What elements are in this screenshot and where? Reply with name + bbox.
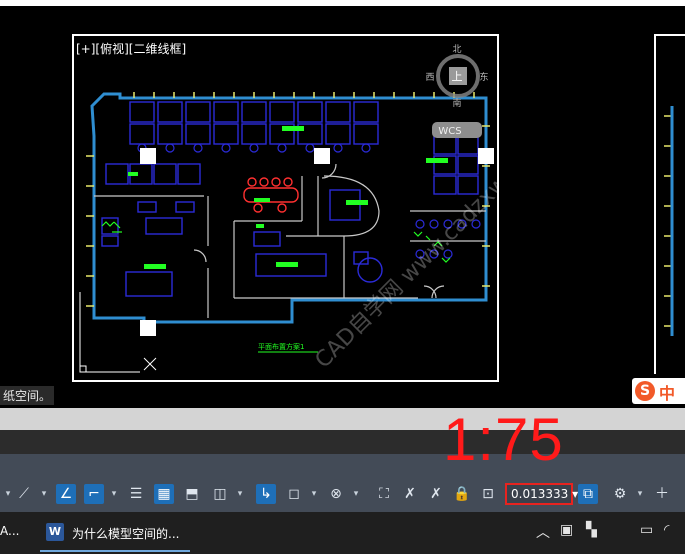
selection-filter-icon[interactable]: ◻	[284, 484, 304, 504]
command-line-text: 纸空间。	[0, 386, 55, 405]
osnap-dropdown-icon[interactable]: ▾	[4, 486, 12, 502]
wifi-icon[interactable]: ◜	[664, 522, 669, 538]
room-labels	[128, 126, 448, 269]
app-tray-icon[interactable]: ▚	[586, 522, 597, 538]
isodraft-icon[interactable]: ∠	[56, 484, 76, 504]
status-toolbar: ▾ ⟋ ▾ ∠ ⌐ ▾ ☰ ▦ ⬒ ◫ ▾ ↳ ◻ ▾ ⊗ ▾ ⛶ ✗ ✗ 🔒 …	[0, 480, 685, 510]
auto-scale-icon[interactable]: ✗	[400, 484, 420, 504]
drawing-caption: 平面布置方案1	[258, 342, 304, 351]
dynamic-ucs-icon[interactable]: ↳	[256, 484, 276, 504]
watermark: CAD自学网 www.cadzxw.com	[311, 134, 498, 373]
scale-annotation: 1:75	[443, 406, 564, 473]
lineweight-icon[interactable]: ☰	[126, 484, 146, 504]
selection-cycling-icon[interactable]: ⬒	[182, 484, 202, 504]
plants	[101, 221, 451, 263]
compass-east: 东	[479, 71, 488, 83]
meeting-table	[243, 177, 299, 213]
compass-north: 北	[452, 44, 461, 55]
security-tray-icon[interactable]: ▣	[560, 522, 573, 538]
wcs-menu: WCS	[438, 126, 461, 137]
ribbon-edge	[0, 0, 685, 6]
lock-icon[interactable]: 🔒	[452, 484, 472, 504]
gizmo-icon[interactable]: ⊗	[326, 484, 346, 504]
viewport-controls-label[interactable]: [+][俯视][二维线框]	[76, 40, 186, 57]
3d-osnap-dropdown-icon[interactable]: ▾	[236, 486, 244, 502]
layout-tabs-bar	[0, 408, 685, 430]
polar-dropdown-icon[interactable]: ▾	[40, 486, 48, 502]
floor-plan-drawing: 平面布置方案1 上 北 南 东 西 WCS CAD自学网 www.cadzxw.…	[79, 44, 498, 373]
battery-icon[interactable]: ▭	[640, 522, 653, 538]
gizmo-dropdown-icon[interactable]: ▾	[352, 486, 360, 502]
annotation-visibility-icon[interactable]: ⛶	[374, 484, 394, 504]
hardware-accel-icon[interactable]: ⊡	[478, 484, 498, 504]
workspace-dropdown-icon[interactable]: ▾	[636, 486, 644, 502]
ime-mode-label: 中	[659, 384, 676, 403]
object-snap-tracking-icon[interactable]: ⌐	[84, 484, 104, 504]
tray-chevron-icon[interactable]: ︿	[536, 522, 550, 542]
viewport-scale-value: 0.013333	[511, 487, 569, 501]
taskbar-word-app[interactable]: W 为什么模型空间的...	[40, 516, 190, 552]
polar-tracking-icon[interactable]: ⟋	[14, 484, 34, 504]
command-area	[0, 430, 685, 454]
view-cube[interactable]: 上 北 南 东 西 WCS	[425, 44, 489, 138]
windows-taskbar: A... W 为什么模型空间的... ︿ ▣ ▚ ▭ ◜	[0, 512, 685, 554]
word-icon: W	[46, 523, 64, 541]
filter-dropdown-icon[interactable]: ▾	[310, 486, 318, 502]
view-cube-face: 上	[452, 70, 463, 83]
second-viewport-drawing	[664, 106, 674, 336]
viewport-scale-field[interactable]: 0.013333 ▾	[505, 483, 578, 505]
word-window-title: 为什么模型空间的...	[72, 527, 180, 541]
taskbar-app-partial[interactable]: A...	[0, 524, 19, 538]
workspace-gear-icon[interactable]: ⚙	[610, 484, 630, 504]
compass-south: 南	[452, 97, 461, 109]
snap-tracking-dropdown-icon[interactable]: ▾	[110, 486, 118, 502]
annotation-monitor-icon[interactable]: ＋	[652, 484, 672, 504]
annotation-scale-icon[interactable]: ✗	[426, 484, 446, 504]
ime-indicator[interactable]: S 中	[632, 378, 685, 404]
drawing-area[interactable]: 平面布置方案1 上 北 南 东 西 WCS CAD自学网 www.cadzxw.…	[0, 0, 685, 408]
second-viewport-frame[interactable]	[654, 34, 685, 374]
sogou-logo-icon: S	[635, 381, 655, 401]
maximize-viewport-icon[interactable]: ⧉	[578, 484, 598, 504]
compass-west: 西	[425, 72, 434, 83]
transparency-icon[interactable]: ▦	[154, 484, 174, 504]
3d-osnap-icon[interactable]: ◫	[210, 484, 230, 504]
